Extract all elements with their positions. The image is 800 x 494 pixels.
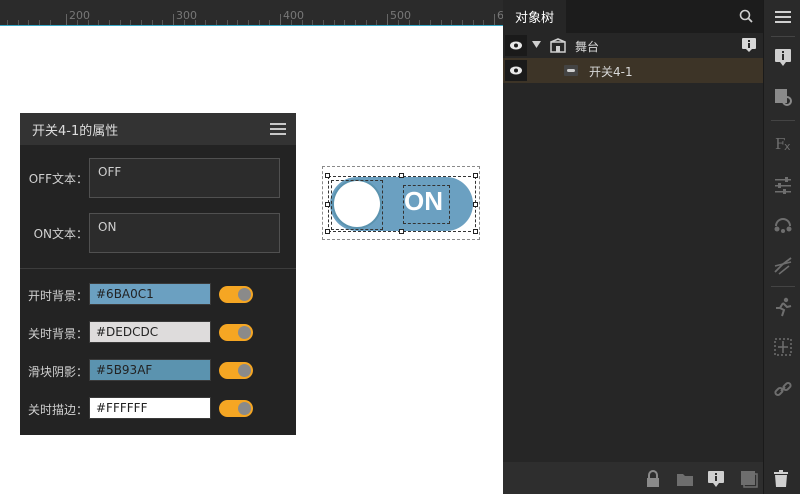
path-icon[interactable] [772, 254, 794, 276]
stage-icon [550, 38, 566, 53]
color-enable-toggle[interactable] [219, 324, 253, 341]
color-swatch-input[interactable]: #FFFFFF [89, 397, 211, 419]
resize-handle[interactable] [325, 202, 330, 207]
color-label: 关时背景： [27, 327, 88, 341]
tree-node-switch[interactable]: 开关4-1 [503, 58, 763, 83]
properties-icon[interactable] [772, 46, 794, 68]
info-icon[interactable] [707, 470, 725, 488]
object-tree-panel: 对象树 舞台 开关4-1 [503, 0, 800, 494]
animation-runner-icon[interactable] [772, 296, 794, 318]
visibility-eye-icon[interactable] [505, 35, 527, 56]
lock-icon[interactable] [644, 470, 662, 488]
off-text-label: OFF文本： [28, 172, 88, 186]
search-icon[interactable] [739, 9, 753, 23]
hamburger-icon[interactable] [772, 6, 794, 28]
color-label: 关时描边： [27, 403, 88, 417]
visibility-eye-icon[interactable] [505, 60, 527, 81]
divider [20, 268, 296, 269]
bounds-icon[interactable] [772, 336, 794, 358]
ruler-label: 200 [69, 9, 90, 22]
expand-arrow-icon[interactable] [532, 41, 541, 49]
toggle-knob [238, 402, 251, 415]
interaction-icon[interactable] [772, 214, 794, 236]
toggle-knob [238, 364, 251, 377]
properties-panel-title: 开关4-1的属性 [32, 123, 119, 139]
color-label: 滑块阴影： [27, 365, 88, 379]
tree-node-label: 舞台 [575, 40, 600, 54]
layers-icon[interactable] [740, 470, 758, 488]
color-enable-toggle[interactable] [219, 286, 253, 303]
color-swatch-input[interactable]: #6BA0C1 [89, 283, 211, 305]
selection-bounds-inner [328, 176, 476, 232]
on-text-row: ON文本： ON [20, 213, 296, 253]
on-text-input[interactable]: ON [89, 213, 280, 253]
off-text-row: OFF文本： OFF [20, 158, 296, 198]
resize-handle[interactable] [325, 229, 330, 234]
resize-handle[interactable] [399, 229, 404, 234]
tree-node-label: 开关4-1 [589, 65, 633, 79]
properties-panel: 开关4-1的属性 OFF文本： OFF ON文本： ON 开时背景： #6BA0… [20, 113, 296, 435]
color-row-slider-shadow: 滑块阴影： #5B93AF [20, 359, 296, 381]
fx-icon[interactable]: Fx [772, 132, 794, 154]
link-icon[interactable] [772, 378, 794, 400]
color-enable-toggle[interactable] [219, 362, 253, 379]
object-tree-header: 对象树 [503, 0, 763, 33]
trash-icon[interactable] [772, 470, 790, 488]
ruler-label: 500 [390, 9, 411, 22]
resize-handle[interactable] [325, 173, 330, 178]
resize-handle[interactable] [473, 202, 478, 207]
resize-handle[interactable] [399, 173, 404, 178]
sliders-icon[interactable] [772, 174, 794, 196]
hamburger-icon[interactable] [270, 123, 286, 135]
resize-handle[interactable] [473, 229, 478, 234]
svg-text:x: x [784, 140, 791, 153]
properties-panel-header: 开关4-1的属性 [20, 113, 296, 145]
off-text-input[interactable]: OFF [89, 158, 280, 198]
toggle-knob [238, 288, 251, 301]
tab-object-tree[interactable]: 对象树 [503, 0, 567, 33]
color-label: 开时背景： [27, 289, 88, 303]
ruler-label: 400 [283, 9, 304, 22]
color-swatch-input[interactable]: #DEDCDC [89, 321, 211, 343]
app-root: 200 300 400 500 60 开关4-1的属性 OFF文本： OFF O… [0, 0, 800, 494]
toggle-knob [238, 326, 251, 339]
horizontal-ruler[interactable]: 200 300 400 500 60 [0, 0, 503, 26]
ruler-label: 300 [176, 9, 197, 22]
color-row-off-background: 关时背景： #DEDCDC [20, 321, 296, 343]
color-row-on-background: 开时背景： #6BA0C1 [20, 283, 296, 305]
component-settings-icon[interactable] [772, 86, 794, 108]
color-row-off-stroke: 关时描边： #FFFFFF [20, 397, 296, 419]
tree-node-stage[interactable]: 舞台 [503, 33, 763, 58]
folder-icon[interactable] [676, 470, 694, 488]
right-toolbar: Fx [763, 0, 800, 494]
resize-handle[interactable] [473, 173, 478, 178]
color-enable-toggle[interactable] [219, 400, 253, 417]
on-text-label: ON文本： [33, 227, 88, 241]
color-swatch-input[interactable]: #5B93AF [89, 359, 211, 381]
switch-component-icon [564, 65, 578, 76]
info-icon[interactable] [742, 38, 756, 52]
